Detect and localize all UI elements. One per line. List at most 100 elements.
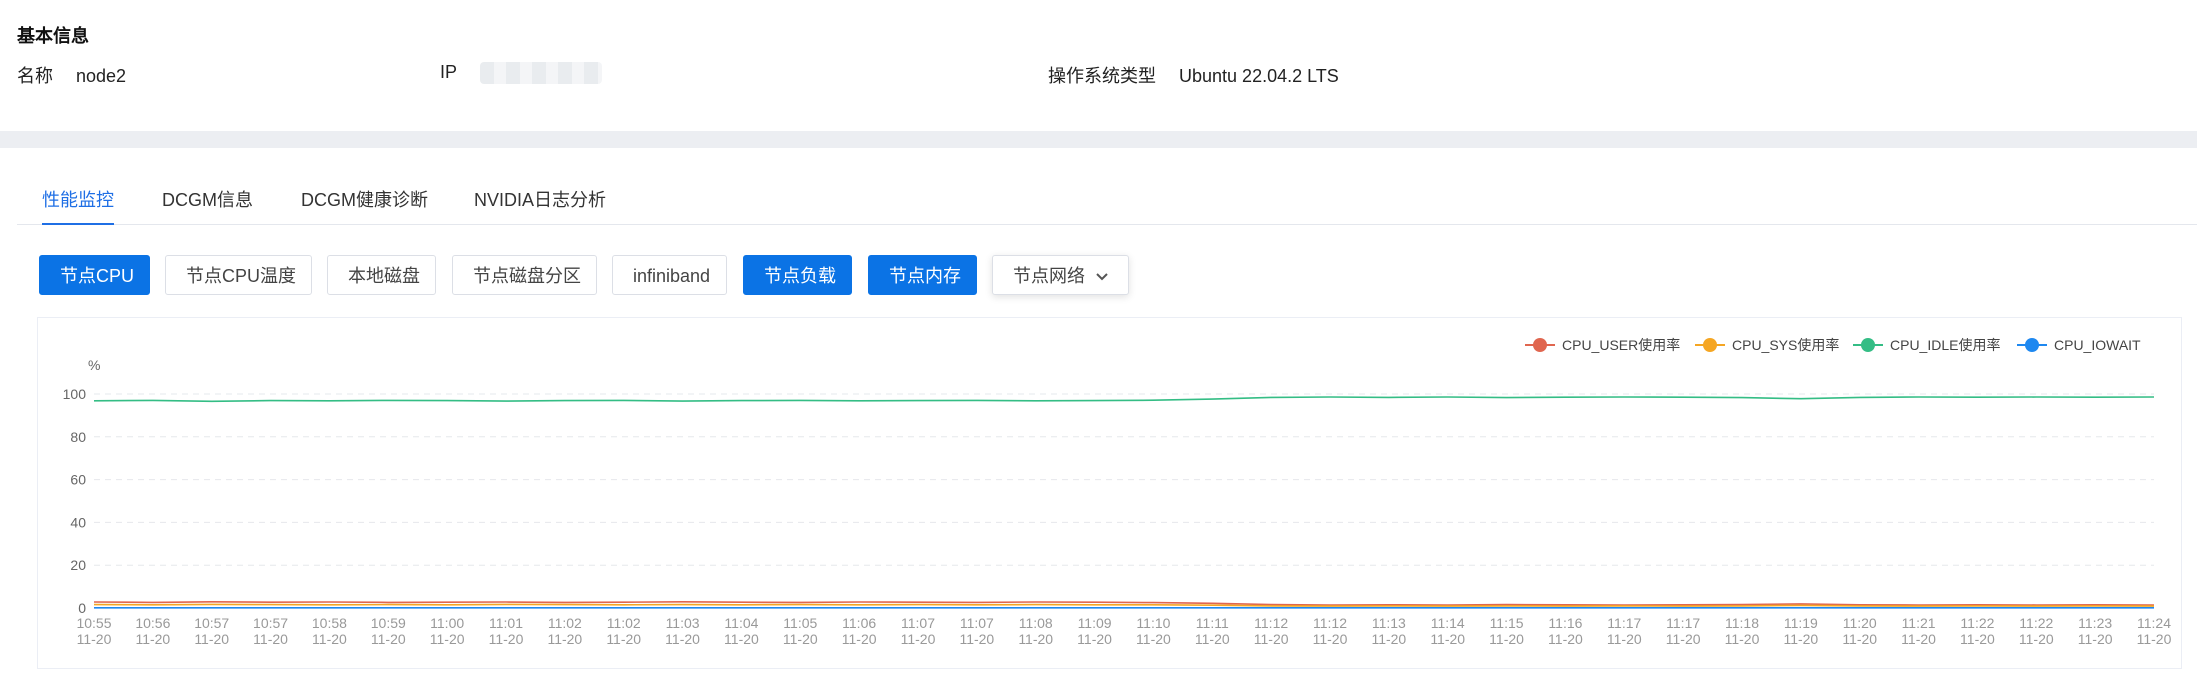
ip-row: IP bbox=[440, 62, 603, 85]
chart-series bbox=[93, 396, 2155, 609]
x-tick-time: 11:11 bbox=[1196, 615, 1229, 631]
os-label: 操作系统类型 bbox=[1048, 66, 1156, 86]
x-tick-time: 11:07 bbox=[960, 615, 994, 631]
x-tick-time: 11:08 bbox=[1019, 615, 1053, 631]
x-tick-date: 11-20 bbox=[2137, 631, 2172, 647]
x-tick-time: 10:58 bbox=[312, 615, 347, 631]
legend-label: CPU_IDLE使用率 bbox=[1890, 337, 2000, 353]
name-row: 名称 node2 bbox=[17, 62, 126, 88]
x-tick-time: 11:23 bbox=[2078, 615, 2112, 631]
x-tick-time: 11:02 bbox=[548, 615, 582, 631]
x-tick-date: 11-20 bbox=[606, 631, 641, 647]
node-cpu-temp-button[interactable]: 节点CPU温度 bbox=[165, 255, 312, 295]
x-tick-time: 11:03 bbox=[666, 615, 700, 631]
x-tick-time: 11:00 bbox=[430, 615, 464, 631]
cpu-usage-chart: CPU_USER使用率 CPU_SYS使用率 CPU_IDLE使用率 CPU_IOWA… bbox=[63, 337, 2172, 647]
name-value: node2 bbox=[76, 66, 127, 86]
x-tick-date: 11-20 bbox=[1371, 631, 1406, 647]
x-tick-date: 11-20 bbox=[959, 631, 994, 647]
chart-grid bbox=[94, 393, 2154, 609]
legend-label: CPU_IOWAIT bbox=[2054, 337, 2141, 353]
x-tick-date: 11-20 bbox=[665, 631, 700, 647]
disk-partition-button[interactable]: 节点磁盘分区 bbox=[452, 255, 597, 295]
x-tick-date: 11-20 bbox=[1018, 631, 1053, 647]
x-tick-date: 11-20 bbox=[1313, 631, 1348, 647]
x-tick-date: 11-20 bbox=[1725, 631, 1760, 647]
legend-marker bbox=[1703, 338, 1717, 352]
x-tick-date: 11-20 bbox=[2019, 631, 2054, 647]
x-tick-date: 11-20 bbox=[1666, 631, 1701, 647]
node-network-label: 节点网络 bbox=[1013, 266, 1085, 286]
x-tick-date: 11-20 bbox=[1842, 631, 1877, 647]
x-tick-date: 11-20 bbox=[312, 631, 347, 647]
tab-dcgm-health[interactable]: DCGM健康诊断 bbox=[301, 186, 428, 224]
x-tick-date: 11-20 bbox=[1254, 631, 1289, 647]
y-tick-label: 20 bbox=[70, 557, 86, 573]
y-tick-label: 0 bbox=[78, 600, 86, 616]
x-tick-date: 11-20 bbox=[547, 631, 582, 647]
x-tick-time: 11:13 bbox=[1372, 615, 1406, 631]
x-tick-time: 11:06 bbox=[842, 615, 876, 631]
legend-item-3[interactable]: CPU_IOWAIT bbox=[2017, 337, 2141, 353]
legend-label: CPU_SYS使用率 bbox=[1732, 337, 1839, 353]
x-tick-time: 11:14 bbox=[1431, 615, 1465, 631]
node-cpu-button[interactable]: 节点CPU bbox=[39, 255, 150, 295]
x-tick-time: 11:02 bbox=[607, 615, 641, 631]
x-tick-time: 10:55 bbox=[76, 615, 111, 631]
x-tick-time: 11:10 bbox=[1136, 615, 1170, 631]
node-memory-button[interactable]: 节点内存 bbox=[868, 255, 977, 295]
x-tick-date: 11-20 bbox=[842, 631, 877, 647]
section-divider bbox=[0, 131, 2197, 148]
x-tick-date: 11-20 bbox=[1783, 631, 1818, 647]
local-disk-button[interactable]: 本地磁盘 bbox=[327, 255, 436, 295]
x-tick-time: 11:17 bbox=[1666, 615, 1700, 631]
node-network-dropdown[interactable]: 节点网络 bbox=[992, 255, 1129, 295]
x-tick-date: 11-20 bbox=[489, 631, 524, 647]
x-tick-time: 11:19 bbox=[1784, 615, 1818, 631]
x-tick-date: 11-20 bbox=[1548, 631, 1583, 647]
x-tick-time: 11:15 bbox=[1490, 615, 1524, 631]
node-load-button[interactable]: 节点负载 bbox=[743, 255, 852, 295]
x-tick-date: 11-20 bbox=[901, 631, 936, 647]
tab-performance[interactable]: 性能监控 bbox=[42, 186, 114, 225]
x-tick-time: 11:12 bbox=[1313, 615, 1347, 631]
x-axis-ticks: 10:55 11-20 10:56 11-20 10:57 11-20 10:57 11-20… bbox=[76, 615, 2171, 647]
tab-nvidia-log[interactable]: NVIDIA日志分析 bbox=[474, 186, 606, 224]
tab-dcgm-info[interactable]: DCGM信息 bbox=[162, 186, 253, 224]
chart-legend: CPU_USER使用率 CPU_SYS使用率 CPU_IDLE使用率 CPU_IOWA… bbox=[1525, 337, 2141, 353]
basic-info-panel: 基本信息 名称 node2 IP 操作系统类型 Ubuntu 22.04.2 L… bbox=[0, 0, 2197, 130]
x-tick-time: 10:57 bbox=[194, 615, 229, 631]
legend-item-1[interactable]: CPU_SYS使用率 bbox=[1695, 337, 1839, 353]
x-tick-date: 11-20 bbox=[1195, 631, 1230, 647]
infiniband-button[interactable]: infiniband bbox=[612, 255, 727, 295]
x-tick-date: 11-20 bbox=[430, 631, 465, 647]
x-tick-time: 11:01 bbox=[489, 615, 523, 631]
legend-item-0[interactable]: CPU_USER使用率 bbox=[1525, 337, 1680, 353]
x-tick-date: 11-20 bbox=[135, 631, 170, 647]
chevron-down-icon bbox=[1095, 256, 1109, 296]
x-tick-time: 10:56 bbox=[135, 615, 170, 631]
x-tick-date: 11-20 bbox=[1607, 631, 1642, 647]
legend-marker bbox=[2025, 338, 2039, 352]
x-tick-time: 11:04 bbox=[724, 615, 758, 631]
x-tick-time: 11:12 bbox=[1254, 615, 1288, 631]
series-line-2 bbox=[93, 396, 2155, 403]
y-axis-ticks: 0 20 40 60 80 100 bbox=[63, 386, 87, 616]
x-tick-date: 11-20 bbox=[1489, 631, 1524, 647]
y-tick-label: 60 bbox=[70, 472, 86, 488]
x-tick-time: 11:22 bbox=[1960, 615, 1994, 631]
name-label: 名称 bbox=[17, 66, 53, 86]
x-tick-date: 11-20 bbox=[1430, 631, 1465, 647]
y-tick-label: 80 bbox=[70, 429, 86, 445]
x-tick-date: 11-20 bbox=[253, 631, 288, 647]
os-row: 操作系统类型 Ubuntu 22.04.2 LTS bbox=[1048, 62, 1339, 88]
legend-marker bbox=[1533, 338, 1547, 352]
x-tick-date: 11-20 bbox=[2078, 631, 2113, 647]
x-tick-date: 11-20 bbox=[1077, 631, 1112, 647]
x-tick-date: 11-20 bbox=[1136, 631, 1171, 647]
x-tick-time: 11:07 bbox=[901, 615, 935, 631]
legend-item-2[interactable]: CPU_IDLE使用率 bbox=[1853, 337, 2000, 353]
x-tick-time: 10:59 bbox=[371, 615, 406, 631]
x-tick-time: 10:57 bbox=[253, 615, 288, 631]
y-tick-label: 40 bbox=[70, 514, 86, 530]
